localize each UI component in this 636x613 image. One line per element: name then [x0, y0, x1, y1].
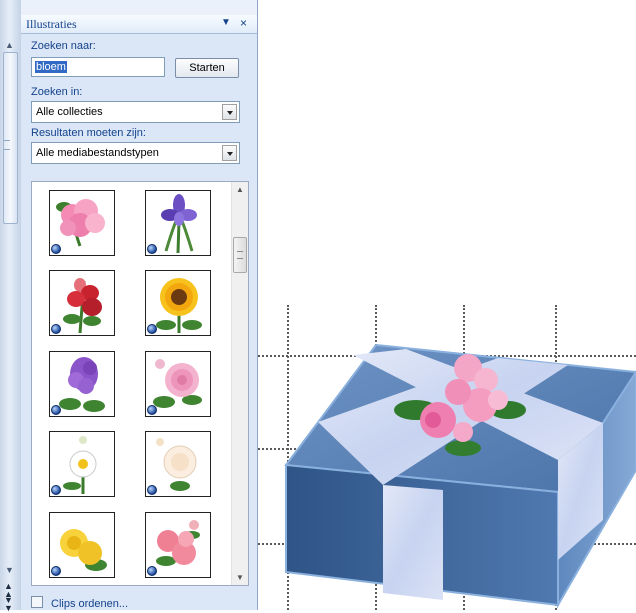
search-in-dropdown[interactable]: Alle collecties [31, 101, 240, 123]
chevron-down-icon[interactable] [222, 104, 237, 120]
results-label: Resultaten moeten zijn: [31, 127, 146, 139]
globe-badge-icon [51, 566, 61, 576]
clip-white-rose[interactable] [145, 431, 211, 497]
search-label: Zoeken naar: [31, 40, 96, 52]
clip-pink-carnation[interactable] [145, 512, 211, 578]
search-in-value: Alle collecties [36, 106, 103, 118]
organize-clips-label: Clips ordenen... [51, 598, 129, 610]
globe-badge-icon [51, 485, 61, 495]
search-input[interactable]: bloem [31, 57, 165, 77]
scrollbar-grip-icon [4, 140, 10, 150]
clip-yellow-rose[interactable] [49, 512, 115, 578]
pane-options-menu-icon[interactable]: ▼ [221, 17, 231, 28]
clip-purple-lilac[interactable] [49, 351, 115, 417]
clip-pink-dahlia[interactable] [145, 351, 211, 417]
globe-badge-icon [51, 405, 61, 415]
media-type-dropdown[interactable]: Alle mediabestandstypen [31, 142, 240, 164]
globe-badge-icon [51, 244, 61, 254]
scrollbar-thumb[interactable] [3, 52, 18, 224]
clip-art-task-pane: Illustraties ▼ × Zoeken naar: bloem Star… [21, 0, 258, 610]
globe-badge-icon [51, 324, 61, 334]
search-input-value: bloem [35, 61, 67, 73]
document-canvas[interactable] [258, 0, 636, 610]
clip-results-list[interactable]: ▲ ▼ [31, 181, 249, 586]
organize-clips-icon [31, 596, 43, 608]
media-type-value: Alle mediabestandstypen [36, 147, 159, 159]
scroll-down-arrow-icon[interactable]: ▼ [5, 565, 14, 575]
results-scrollbar[interactable]: ▲ ▼ [231, 182, 248, 585]
clip-sunflower[interactable] [145, 270, 211, 336]
close-icon[interactable]: × [240, 16, 247, 30]
clip-white-daisy[interactable] [49, 431, 115, 497]
chevron-down-icon[interactable] [222, 145, 237, 161]
pane-title-bar: Illustraties ▼ × [21, 15, 257, 34]
clip-pink-hydrangea[interactable] [49, 190, 115, 256]
gift-box-picture[interactable] [258, 0, 636, 610]
scroll-down-arrow-icon[interactable]: ▼ [236, 573, 244, 582]
globe-badge-icon [147, 405, 157, 415]
search-in-label: Zoeken in: [31, 86, 83, 98]
organize-clips-link[interactable]: Clips ordenen... [31, 596, 128, 610]
start-button[interactable]: Starten [175, 58, 239, 78]
scroll-up-arrow-icon[interactable]: ▲ [236, 185, 244, 194]
globe-badge-icon [147, 244, 157, 254]
globe-badge-icon [147, 324, 157, 334]
scroll-up-arrow-icon[interactable]: ▲ [5, 40, 14, 50]
pane-top-strip [21, 0, 257, 15]
clip-purple-iris[interactable] [145, 190, 211, 256]
globe-badge-icon [147, 485, 157, 495]
results-scrollbar-thumb[interactable] [233, 237, 247, 273]
clip-red-snapdragon[interactable] [49, 270, 115, 336]
document-vertical-scrollbar[interactable]: ▲ ▼ ▲ ▲ ▼ ▼ [0, 0, 22, 613]
globe-badge-icon [147, 566, 157, 576]
pane-title: Illustraties [26, 17, 77, 31]
